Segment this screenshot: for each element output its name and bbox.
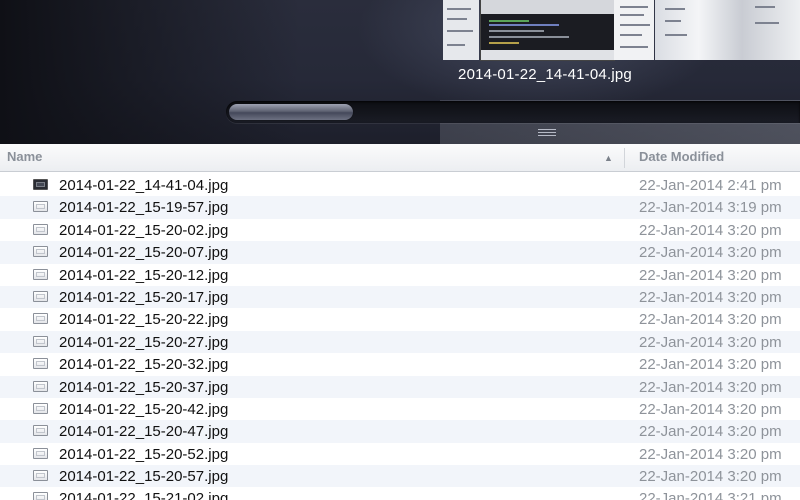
image-file-icon <box>33 402 48 414</box>
file-name: 2014-01-22_15-20-37.jpg <box>59 378 229 396</box>
file-name: 2014-01-22_15-20-47.jpg <box>59 423 229 441</box>
file-name: 2014-01-22_15-20-17.jpg <box>59 288 229 306</box>
image-file-icon <box>33 447 48 459</box>
file-row[interactable]: 2014-01-22_15-20-02.jpg 22-Jan-2014 3:20… <box>0 219 800 241</box>
column-date-label: Date Modified <box>639 149 725 164</box>
resize-handle[interactable] <box>538 129 556 137</box>
file-name: 2014-01-22_14-41-04.jpg <box>59 177 229 194</box>
file-row[interactable]: 2014-01-22_15-20-37.jpg 22-Jan-2014 3:20… <box>0 375 800 398</box>
file-date-modified: 22-Jan-2014 3:21 pm <box>639 490 782 500</box>
file-row[interactable]: 2014-01-22_15-19-57.jpg 22-Jan-2014 3:19… <box>0 196 800 219</box>
cover-flow-image-selected[interactable] <box>480 0 615 61</box>
file-date-modified: 22-Jan-2014 3:20 pm <box>639 378 782 396</box>
file-date-modified: 22-Jan-2014 3:20 pm <box>639 221 782 239</box>
file-row[interactable]: 2014-01-22_15-20-12.jpg 22-Jan-2014 3:20… <box>0 264 800 286</box>
list-header: Name ▲ Date Modified <box>0 144 800 172</box>
column-name-label: Name <box>7 149 43 164</box>
sort-ascending-icon: ▲ <box>604 153 613 163</box>
image-file-icon <box>33 492 48 500</box>
file-name: 2014-01-22_15-20-02.jpg <box>59 221 229 239</box>
file-list: 2014-01-22_14-41-04.jpg 22-Jan-2014 2:41… <box>0 174 800 500</box>
file-date-modified: 22-Jan-2014 2:41 pm <box>639 177 782 194</box>
image-file-icon <box>33 290 48 302</box>
file-date-modified: 22-Jan-2014 3:20 pm <box>639 400 782 418</box>
image-file-icon <box>33 223 48 235</box>
image-file-icon <box>33 425 48 437</box>
image-file-icon <box>33 335 48 347</box>
cover-flow-image-far-right[interactable] <box>655 0 800 60</box>
file-date-modified: 22-Jan-2014 3:20 pm <box>639 423 782 441</box>
cover-flow-preview[interactable]: 2014-01-22_14-41-04.jpg <box>0 0 800 144</box>
file-row[interactable]: 2014-01-22_15-21-02.jpg 22-Jan-2014 3:21… <box>0 487 800 500</box>
file-name: 2014-01-22_15-20-52.jpg <box>59 445 229 463</box>
file-date-modified: 22-Jan-2014 3:20 pm <box>639 266 782 284</box>
file-row[interactable]: 2014-01-22_15-20-22.jpg 22-Jan-2014 3:20… <box>0 308 800 330</box>
file-name: 2014-01-22_15-20-12.jpg <box>59 266 229 284</box>
file-name: 2014-01-22_15-21-02.jpg <box>59 490 229 500</box>
file-name: 2014-01-22_15-20-42.jpg <box>59 400 229 418</box>
file-row[interactable]: 2014-01-22_14-41-04.jpg 22-Jan-2014 2:41… <box>0 174 800 196</box>
file-row[interactable]: 2014-01-22_15-20-27.jpg 22-Jan-2014 3:20… <box>0 330 800 354</box>
file-date-modified: 22-Jan-2014 3:20 pm <box>639 244 782 262</box>
image-file-icon <box>33 201 48 213</box>
file-name: 2014-01-22_15-20-27.jpg <box>59 333 229 351</box>
file-row[interactable]: 2014-01-22_15-20-32.jpg 22-Jan-2014 3:20… <box>0 353 800 375</box>
file-row[interactable]: 2014-01-22_15-20-57.jpg 22-Jan-2014 3:20… <box>0 465 800 488</box>
file-date-modified: 22-Jan-2014 3:20 pm <box>639 288 782 306</box>
cover-flow-scrollbar-thumb[interactable] <box>229 104 353 120</box>
image-file-icon <box>33 358 48 370</box>
image-file-icon <box>33 313 48 325</box>
file-row[interactable]: 2014-01-22_15-20-42.jpg 22-Jan-2014 3:20… <box>0 398 800 420</box>
cover-flow-image-left[interactable] <box>443 0 479 60</box>
file-name: 2014-01-22_15-20-07.jpg <box>59 244 229 262</box>
file-date-modified: 22-Jan-2014 3:20 pm <box>639 356 782 374</box>
file-name: 2014-01-22_15-20-32.jpg <box>59 356 229 374</box>
file-name: 2014-01-22_15-20-57.jpg <box>59 468 229 486</box>
file-date-modified: 22-Jan-2014 3:19 pm <box>639 199 782 217</box>
column-header-date-modified[interactable]: Date Modified <box>625 144 800 171</box>
column-header-name[interactable]: Name ▲ <box>0 144 624 171</box>
image-file-icon <box>33 470 48 482</box>
image-file-icon <box>33 268 48 280</box>
image-file-icon <box>33 380 48 392</box>
image-file-icon <box>33 246 48 258</box>
cover-flow-selected-title: 2014-01-22_14-41-04.jpg <box>458 66 632 83</box>
file-name: 2014-01-22_15-19-57.jpg <box>59 199 229 217</box>
image-file-icon <box>33 179 48 190</box>
file-date-modified: 22-Jan-2014 3:20 pm <box>639 333 782 351</box>
file-date-modified: 22-Jan-2014 3:20 pm <box>639 445 782 463</box>
file-row[interactable]: 2014-01-22_15-20-52.jpg 22-Jan-2014 3:20… <box>0 443 800 465</box>
file-name: 2014-01-22_15-20-22.jpg <box>59 311 229 329</box>
file-row[interactable]: 2014-01-22_15-20-07.jpg 22-Jan-2014 3:20… <box>0 241 800 264</box>
file-date-modified: 22-Jan-2014 3:20 pm <box>639 468 782 486</box>
file-date-modified: 22-Jan-2014 3:20 pm <box>639 311 782 329</box>
cover-flow-image-right[interactable] <box>614 0 654 60</box>
file-row[interactable]: 2014-01-22_15-20-17.jpg 22-Jan-2014 3:20… <box>0 285 800 309</box>
file-row[interactable]: 2014-01-22_15-20-47.jpg 22-Jan-2014 3:20… <box>0 420 800 443</box>
